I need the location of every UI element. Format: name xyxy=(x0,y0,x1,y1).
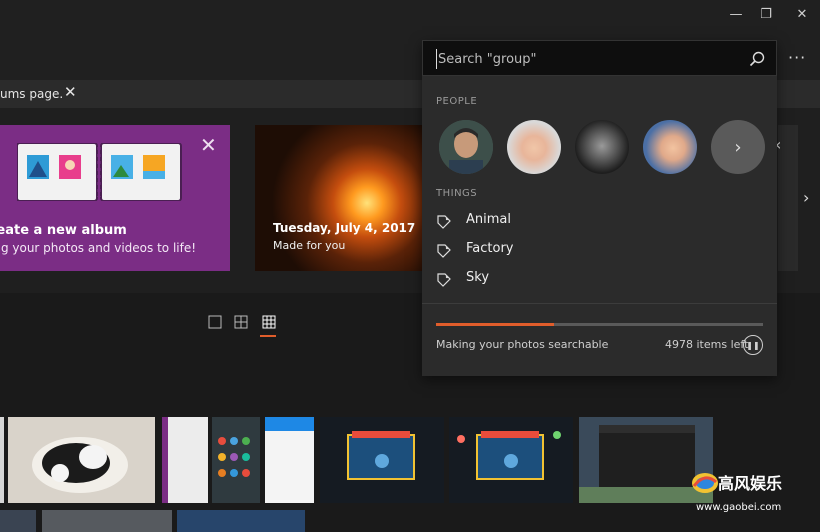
tag-icon xyxy=(437,244,451,258)
large-view-icon[interactable] xyxy=(208,314,222,330)
chevron-right-icon: › xyxy=(734,136,742,158)
memory-card[interactable]: Tuesday, July 4, 2017 Made for you xyxy=(255,125,423,271)
search-icon[interactable] xyxy=(748,50,766,68)
more-options-icon[interactable]: ··· xyxy=(788,48,806,67)
app-screenshot xyxy=(218,437,250,477)
search-input[interactable] xyxy=(436,49,736,69)
close-window-button[interactable]: ✕ xyxy=(784,0,820,28)
photo-thumbnail[interactable] xyxy=(162,417,208,503)
thing-label: Sky xyxy=(466,270,490,285)
people-section-label: PEOPLE xyxy=(436,96,478,107)
indexing-progress-bar xyxy=(436,323,763,326)
thing-item-sky[interactable]: Sky xyxy=(436,268,736,290)
photo-thumbnail[interactable] xyxy=(212,417,260,503)
panel-divider xyxy=(422,303,777,304)
thing-label: Factory xyxy=(466,241,514,256)
game-achievement xyxy=(347,431,415,480)
medium-view-icon[interactable] xyxy=(234,314,248,330)
search-box xyxy=(422,40,777,76)
banner-text: ums page. xyxy=(0,87,64,101)
person-avatar[interactable] xyxy=(643,120,697,174)
items-left-count: 4978 items left xyxy=(665,338,749,351)
indexing-status: Making your photos searchable xyxy=(436,338,609,351)
photo-thumbnail[interactable] xyxy=(320,417,444,503)
indexing-progress-fill xyxy=(436,323,554,326)
photo-thumbnail[interactable] xyxy=(0,510,36,532)
banner-close-button[interactable]: ✕ xyxy=(64,83,77,101)
album-card-subtitle: ing your photos and videos to life! xyxy=(0,241,197,255)
watermark-title: 高风娱乐 xyxy=(718,474,783,493)
close-icon: ✕ xyxy=(796,6,808,22)
person-avatar[interactable] xyxy=(507,120,561,174)
create-album-card[interactable]: ✕ reate a new album ing your photos and … xyxy=(0,125,230,271)
photo-thumbnail[interactable] xyxy=(265,417,314,503)
thing-item-factory[interactable]: Factory xyxy=(436,239,736,261)
album-card-title: reate a new album xyxy=(0,223,127,238)
tag-icon xyxy=(437,273,451,287)
photo-thumbnail[interactable] xyxy=(8,417,155,503)
search-suggestions-panel: PEOPLE › THINGS Animal Factory Sk xyxy=(422,40,777,376)
game-achievement xyxy=(457,431,561,480)
photo-thumbnail[interactable] xyxy=(42,510,172,532)
memory-card-title: Tuesday, July 4, 2017 xyxy=(273,221,416,235)
person-avatar[interactable] xyxy=(439,120,493,174)
selected-view-indicator xyxy=(260,335,276,337)
thing-label: Animal xyxy=(466,212,511,227)
memory-card-subtitle: Made for you xyxy=(273,239,346,252)
person-photo xyxy=(439,120,493,174)
pause-indexing-button[interactable]: ❚❚ xyxy=(743,335,763,355)
small-view-icon[interactable] xyxy=(262,314,276,330)
things-section-label: THINGS xyxy=(436,188,478,199)
watermark-url: www.gaobei.com xyxy=(696,502,782,513)
view-size-toggles xyxy=(206,314,286,340)
title-bar: — ❐ ✕ xyxy=(0,0,820,28)
album-card-close-button[interactable]: ✕ xyxy=(200,133,217,157)
tag-icon xyxy=(437,215,451,229)
photo-thumbnail[interactable] xyxy=(0,417,4,503)
maximize-icon: ❐ xyxy=(760,6,772,22)
cat-photo xyxy=(32,437,128,493)
watermark-logo: 高风娱乐 www.gaobei.com xyxy=(690,468,818,516)
photo-thumbnail[interactable] xyxy=(449,417,573,503)
watermark-emblem xyxy=(692,473,718,493)
pause-icon: ❚❚ xyxy=(746,340,760,350)
carousel-next-icon[interactable]: › xyxy=(803,188,809,207)
minimize-icon: — xyxy=(729,6,743,22)
thing-item-animal[interactable]: Animal xyxy=(436,210,736,232)
album-illustration xyxy=(17,143,182,201)
photo-thumbnail[interactable] xyxy=(177,510,305,532)
more-people-button[interactable]: › xyxy=(711,120,765,174)
person-avatar[interactable] xyxy=(575,120,629,174)
maximize-button[interactable]: ❐ xyxy=(748,0,784,28)
